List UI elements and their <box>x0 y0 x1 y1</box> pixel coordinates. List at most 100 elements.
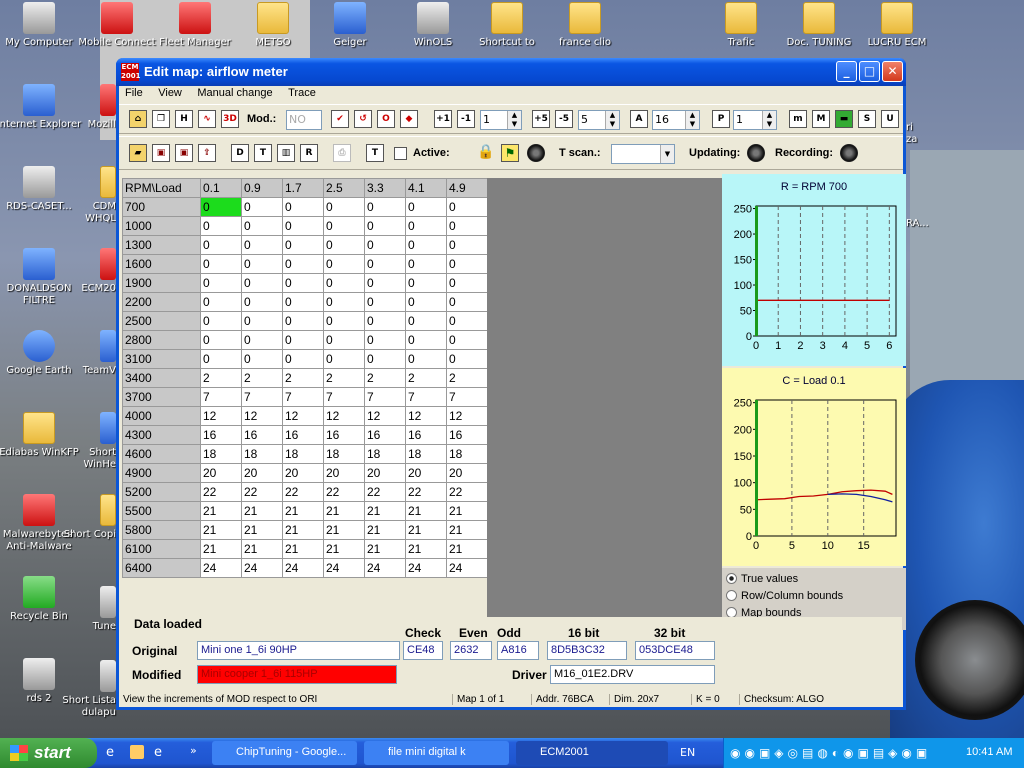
option-row-column-bounds[interactable]: Row/Column bounds <box>726 590 906 602</box>
table-cell[interactable]: 0 <box>364 311 406 331</box>
export-icon[interactable]: ⇪ <box>198 144 216 162</box>
table-cell[interactable]: 0 <box>282 216 324 236</box>
table-cell[interactable]: 0 <box>241 311 283 331</box>
desktop-icon-partial[interactable]: Mozill <box>62 84 116 131</box>
green-bar-icon[interactable]: ▬ <box>835 110 853 128</box>
table-cell[interactable]: 0 <box>446 311 488 331</box>
lock-icon[interactable]: 🔒 <box>477 144 495 162</box>
quicklaunch-expand-icon[interactable]: » <box>190 744 197 757</box>
menu-trace[interactable]: Trace <box>282 86 322 100</box>
table-cell[interactable]: 0 <box>200 311 242 331</box>
desktop-icon-doc-tuning[interactable]: Doc. TUNING <box>774 2 864 49</box>
table-cell[interactable]: 18 <box>405 444 447 464</box>
table-cell[interactable]: 24 <box>200 558 242 578</box>
row-header[interactable]: 5500 <box>122 501 201 521</box>
table-cell[interactable]: 7 <box>405 387 447 407</box>
table-cell[interactable]: 0 <box>405 216 447 236</box>
original-field[interactable]: Mini one 1_6i 90HP <box>197 641 400 660</box>
spinner-arrows-icon[interactable]: ▲ ▼ <box>605 111 619 129</box>
table-cell[interactable]: 24 <box>241 558 283 578</box>
table-cell[interactable]: 0 <box>323 311 365 331</box>
spinner-arrows-icon[interactable]: ▲ ▼ <box>762 111 776 129</box>
table-cell[interactable]: 12 <box>446 406 488 426</box>
plus-one-button[interactable]: +1 <box>434 110 452 128</box>
table-cell[interactable]: 20 <box>323 463 365 483</box>
row-header[interactable]: 6400 <box>122 558 201 578</box>
table-cell[interactable]: 16 <box>200 425 242 445</box>
hex-view-button[interactable]: H <box>175 110 193 128</box>
table-cell[interactable]: 21 <box>364 520 406 540</box>
table-cell[interactable]: 0 <box>405 254 447 274</box>
menu-view[interactable]: View <box>152 86 188 100</box>
table-cell[interactable]: 16 <box>241 425 283 445</box>
table-cell[interactable]: 0 <box>364 235 406 255</box>
active-checkbox[interactable] <box>394 147 407 160</box>
table-cell[interactable]: 21 <box>282 520 324 540</box>
table-cell[interactable]: 21 <box>241 501 283 521</box>
even-field[interactable]: 2632 <box>450 641 492 660</box>
row-header[interactable]: 2800 <box>122 330 201 350</box>
row-header[interactable]: 6100 <box>122 539 201 559</box>
table-cell[interactable]: 2 <box>323 368 365 388</box>
table-cell[interactable]: 0 <box>446 216 488 236</box>
radio-icon[interactable] <box>726 573 737 584</box>
driver-field[interactable]: M16_01E2.DRV <box>550 665 715 684</box>
table-cell[interactable]: 18 <box>200 444 242 464</box>
table-cell[interactable]: 0 <box>446 349 488 369</box>
table-cell[interactable]: 0 <box>446 330 488 350</box>
table-cell[interactable]: 0 <box>241 330 283 350</box>
table-cell[interactable]: 0 <box>405 235 447 255</box>
row-header[interactable]: 3100 <box>122 349 201 369</box>
table-cell[interactable]: 0 <box>200 292 242 312</box>
column-header[interactable]: 4.1 <box>405 178 447 198</box>
table-cell[interactable]: 0 <box>241 235 283 255</box>
table-cell[interactable]: 21 <box>323 520 365 540</box>
table-cell[interactable]: 18 <box>446 444 488 464</box>
paint-icon[interactable]: ◆ <box>400 110 418 128</box>
table-cell[interactable]: 0 <box>405 349 447 369</box>
home-icon[interactable]: ⌂ <box>129 110 147 128</box>
desktop-icon-partial[interactable]: ECM20 <box>62 248 116 295</box>
table-cell[interactable]: 21 <box>323 501 365 521</box>
table-cell[interactable]: 24 <box>364 558 406 578</box>
desktop-icon-partial-right[interactable]: RA... <box>906 218 936 230</box>
table-cell[interactable]: 0 <box>364 330 406 350</box>
table-cell[interactable]: 2 <box>364 368 406 388</box>
table-cell[interactable]: 0 <box>446 292 488 312</box>
table-cell[interactable]: 16 <box>323 425 365 445</box>
table-cell[interactable]: 21 <box>282 501 324 521</box>
row-header[interactable]: 4600 <box>122 444 201 464</box>
clock[interactable]: 10:41 AM <box>966 746 1012 758</box>
save-as-icon[interactable]: ▣ <box>175 144 193 162</box>
table-cell[interactable]: 0 <box>446 273 488 293</box>
row-header[interactable]: 2200 <box>122 292 201 312</box>
p-button[interactable]: P <box>712 110 730 128</box>
table-cell[interactable]: 0 <box>364 349 406 369</box>
table-cell[interactable]: 22 <box>446 482 488 502</box>
tscan-dropdown[interactable]: ▼ <box>611 144 675 164</box>
table-cell[interactable]: 0 <box>323 197 365 217</box>
desktop-icon-partial[interactable]: TeamV <box>62 330 116 377</box>
row-header[interactable]: 3400 <box>122 368 201 388</box>
u-button[interactable]: U <box>881 110 899 128</box>
column-header[interactable]: 2.5 <box>323 178 365 198</box>
table-cell[interactable]: 0 <box>405 197 447 217</box>
table-cell[interactable]: 7 <box>241 387 283 407</box>
menu-manual-change[interactable]: Manual change <box>191 86 278 100</box>
check-icon[interactable]: ✔ <box>331 110 349 128</box>
table-cell[interactable]: 0 <box>323 330 365 350</box>
table-cell[interactable]: 12 <box>200 406 242 426</box>
windows-icon[interactable]: ❐ <box>152 110 170 128</box>
table-cell[interactable]: 21 <box>241 520 283 540</box>
table-cell[interactable]: 0 <box>282 311 324 331</box>
row-header[interactable]: 4300 <box>122 425 201 445</box>
row-header[interactable]: 700 <box>122 197 201 217</box>
table-cell[interactable]: 0 <box>241 216 283 236</box>
table-cell[interactable]: 0 <box>405 292 447 312</box>
row-header[interactable]: 5200 <box>122 482 201 502</box>
row-header[interactable]: 1900 <box>122 273 201 293</box>
table-cell[interactable]: 18 <box>282 444 324 464</box>
language-indicator[interactable]: EN <box>680 746 695 759</box>
desktop-icon-lucru-ecm[interactable]: LUCRU ECM <box>852 2 942 49</box>
table-cell[interactable]: 0 <box>200 273 242 293</box>
